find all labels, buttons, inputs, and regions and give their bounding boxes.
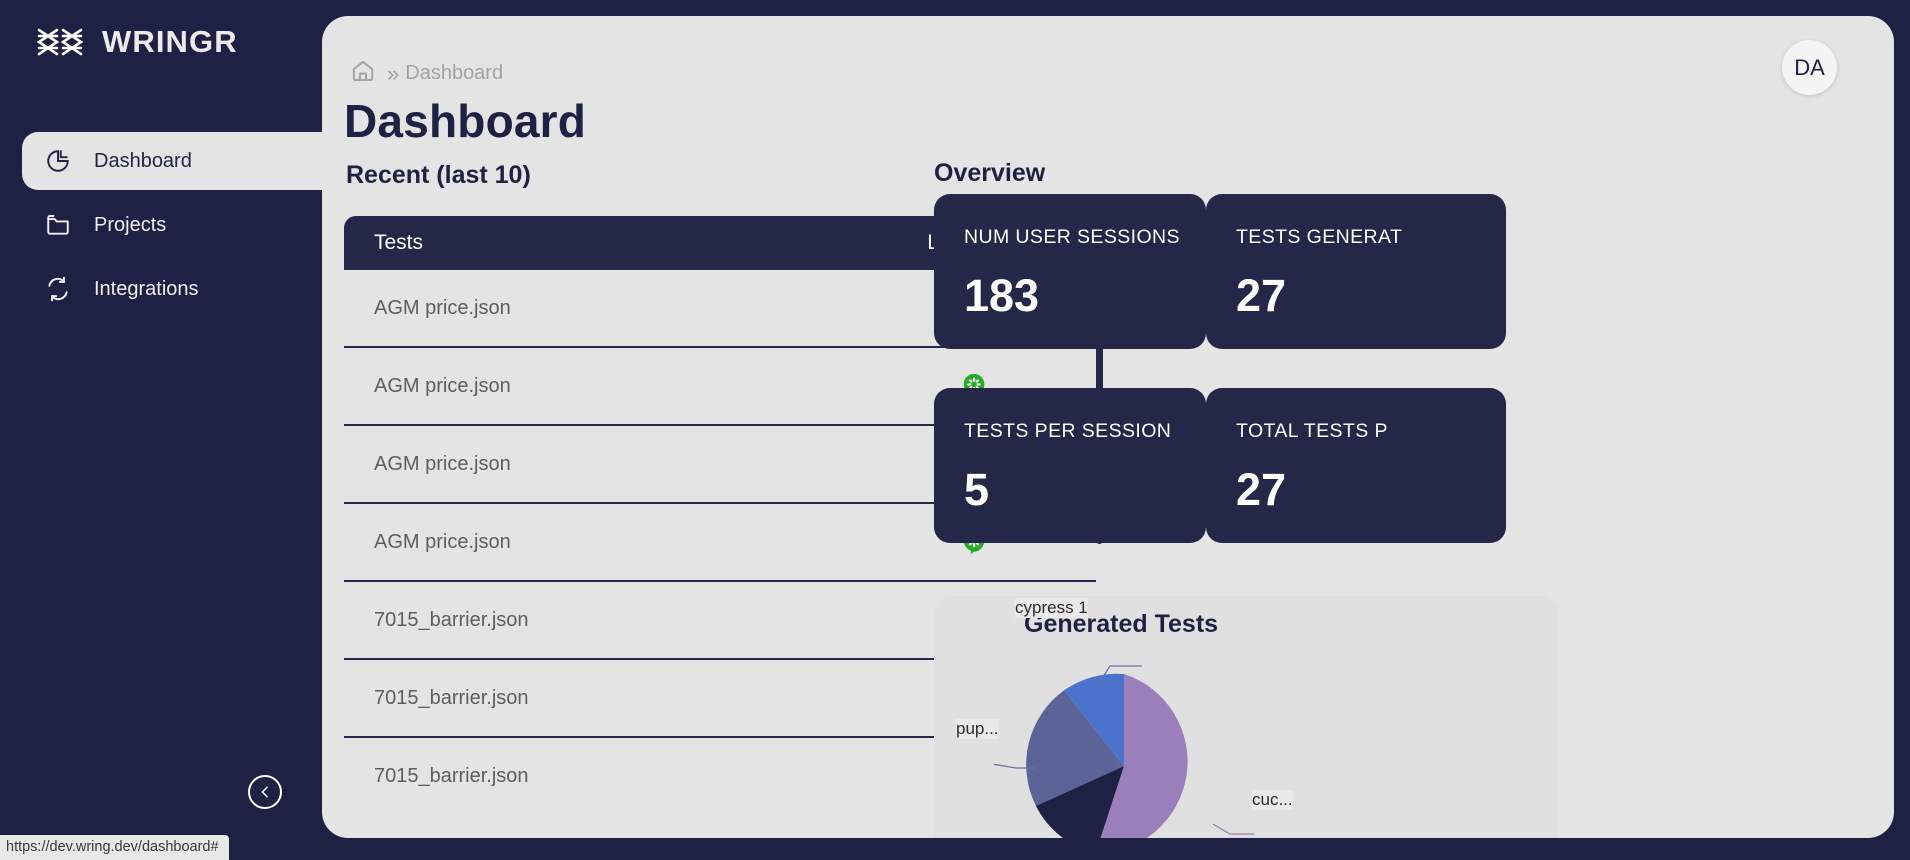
brand-logo[interactable]: WRINGR <box>36 22 238 62</box>
stat-card-tests-generated[interactable]: TESTS GENERAT 27 <box>1206 194 1506 349</box>
stat-card-num-user-sessions[interactable]: NUM USER SESSIONS 183 <box>934 194 1206 349</box>
stat-label: NUM USER SESSIONS <box>964 226 1180 248</box>
brand-name: WRINGR <box>102 24 238 59</box>
cell-test-name: AGM price.json <box>374 374 511 397</box>
sidebar-item-integrations[interactable]: Integrations <box>22 260 322 318</box>
page-title: Dashboard <box>344 95 587 147</box>
avatar[interactable]: DA <box>1782 40 1837 95</box>
main-panel: » Dashboard Dashboard Recent (last 10) O… <box>322 16 1894 838</box>
cell-test-name: 7015_barrier.json <box>374 608 529 631</box>
sidebar-nav: Dashboard Projects Integrations <box>0 132 322 324</box>
sidebar: WRINGR Dashboard Projects Integrations <box>0 0 322 860</box>
stat-value: 5 <box>964 464 990 515</box>
recent-section-title: Recent (last 10) <box>346 161 531 189</box>
stat-label: TESTS PER SESSION <box>964 420 1172 442</box>
pie-label-puppeteer: pup... <box>956 719 999 739</box>
stat-label: TESTS GENERAT <box>1236 226 1403 248</box>
stat-card-total-tests[interactable]: TOTAL TESTS P 27 <box>1206 388 1506 543</box>
sidebar-item-label: Dashboard <box>94 149 192 172</box>
breadcrumb: » Dashboard <box>350 58 503 89</box>
stat-card-tests-per-session[interactable]: TESTS PER SESSION 5 <box>934 388 1206 543</box>
stat-value: 183 <box>964 270 1040 321</box>
sidebar-item-projects[interactable]: Projects <box>22 196 322 254</box>
chevron-left-icon <box>261 786 268 798</box>
sidebar-item-label: Projects <box>94 213 167 236</box>
overview-section-title: Overview <box>934 159 1046 187</box>
folder-icon <box>44 211 72 239</box>
stat-label: TOTAL TESTS P <box>1236 420 1388 442</box>
leader-line-cucumber <box>1212 823 1254 835</box>
pie-chart-icon <box>44 147 72 175</box>
cell-test-name: AGM price.json <box>374 296 511 319</box>
cell-test-name: 7015_barrier.json <box>374 686 529 709</box>
generated-tests-pie-chart[interactable] <box>994 644 1254 838</box>
wringr-weave-logo-icon <box>36 28 84 56</box>
generated-tests-chart-card: Generated Tests cypress 1 pup... cuc... <box>934 596 1559 838</box>
sync-arrows-icon <box>44 275 72 303</box>
stat-value: 27 <box>1236 464 1287 515</box>
home-icon[interactable] <box>350 58 376 89</box>
breadcrumb-current[interactable]: Dashboard <box>405 62 503 85</box>
double-chevron-right-icon: » <box>387 60 399 86</box>
column-header-tests[interactable]: Tests <box>344 231 866 255</box>
sidebar-item-dashboard[interactable]: Dashboard <box>22 132 322 190</box>
stat-value: 27 <box>1236 270 1287 321</box>
cell-test-name: 7015_barrier.json <box>374 764 529 787</box>
pie-label-cypress: cypress 1 <box>1015 598 1088 618</box>
sidebar-item-label: Integrations <box>94 277 199 300</box>
browser-status-bar: https://dev.wring.dev/dashboard# <box>0 835 229 860</box>
cell-test-name: AGM price.json <box>374 452 511 475</box>
cell-test-name: AGM price.json <box>374 530 511 553</box>
pie-label-cucumber: cuc... <box>1252 790 1293 810</box>
sidebar-collapse-button[interactable] <box>248 775 282 809</box>
